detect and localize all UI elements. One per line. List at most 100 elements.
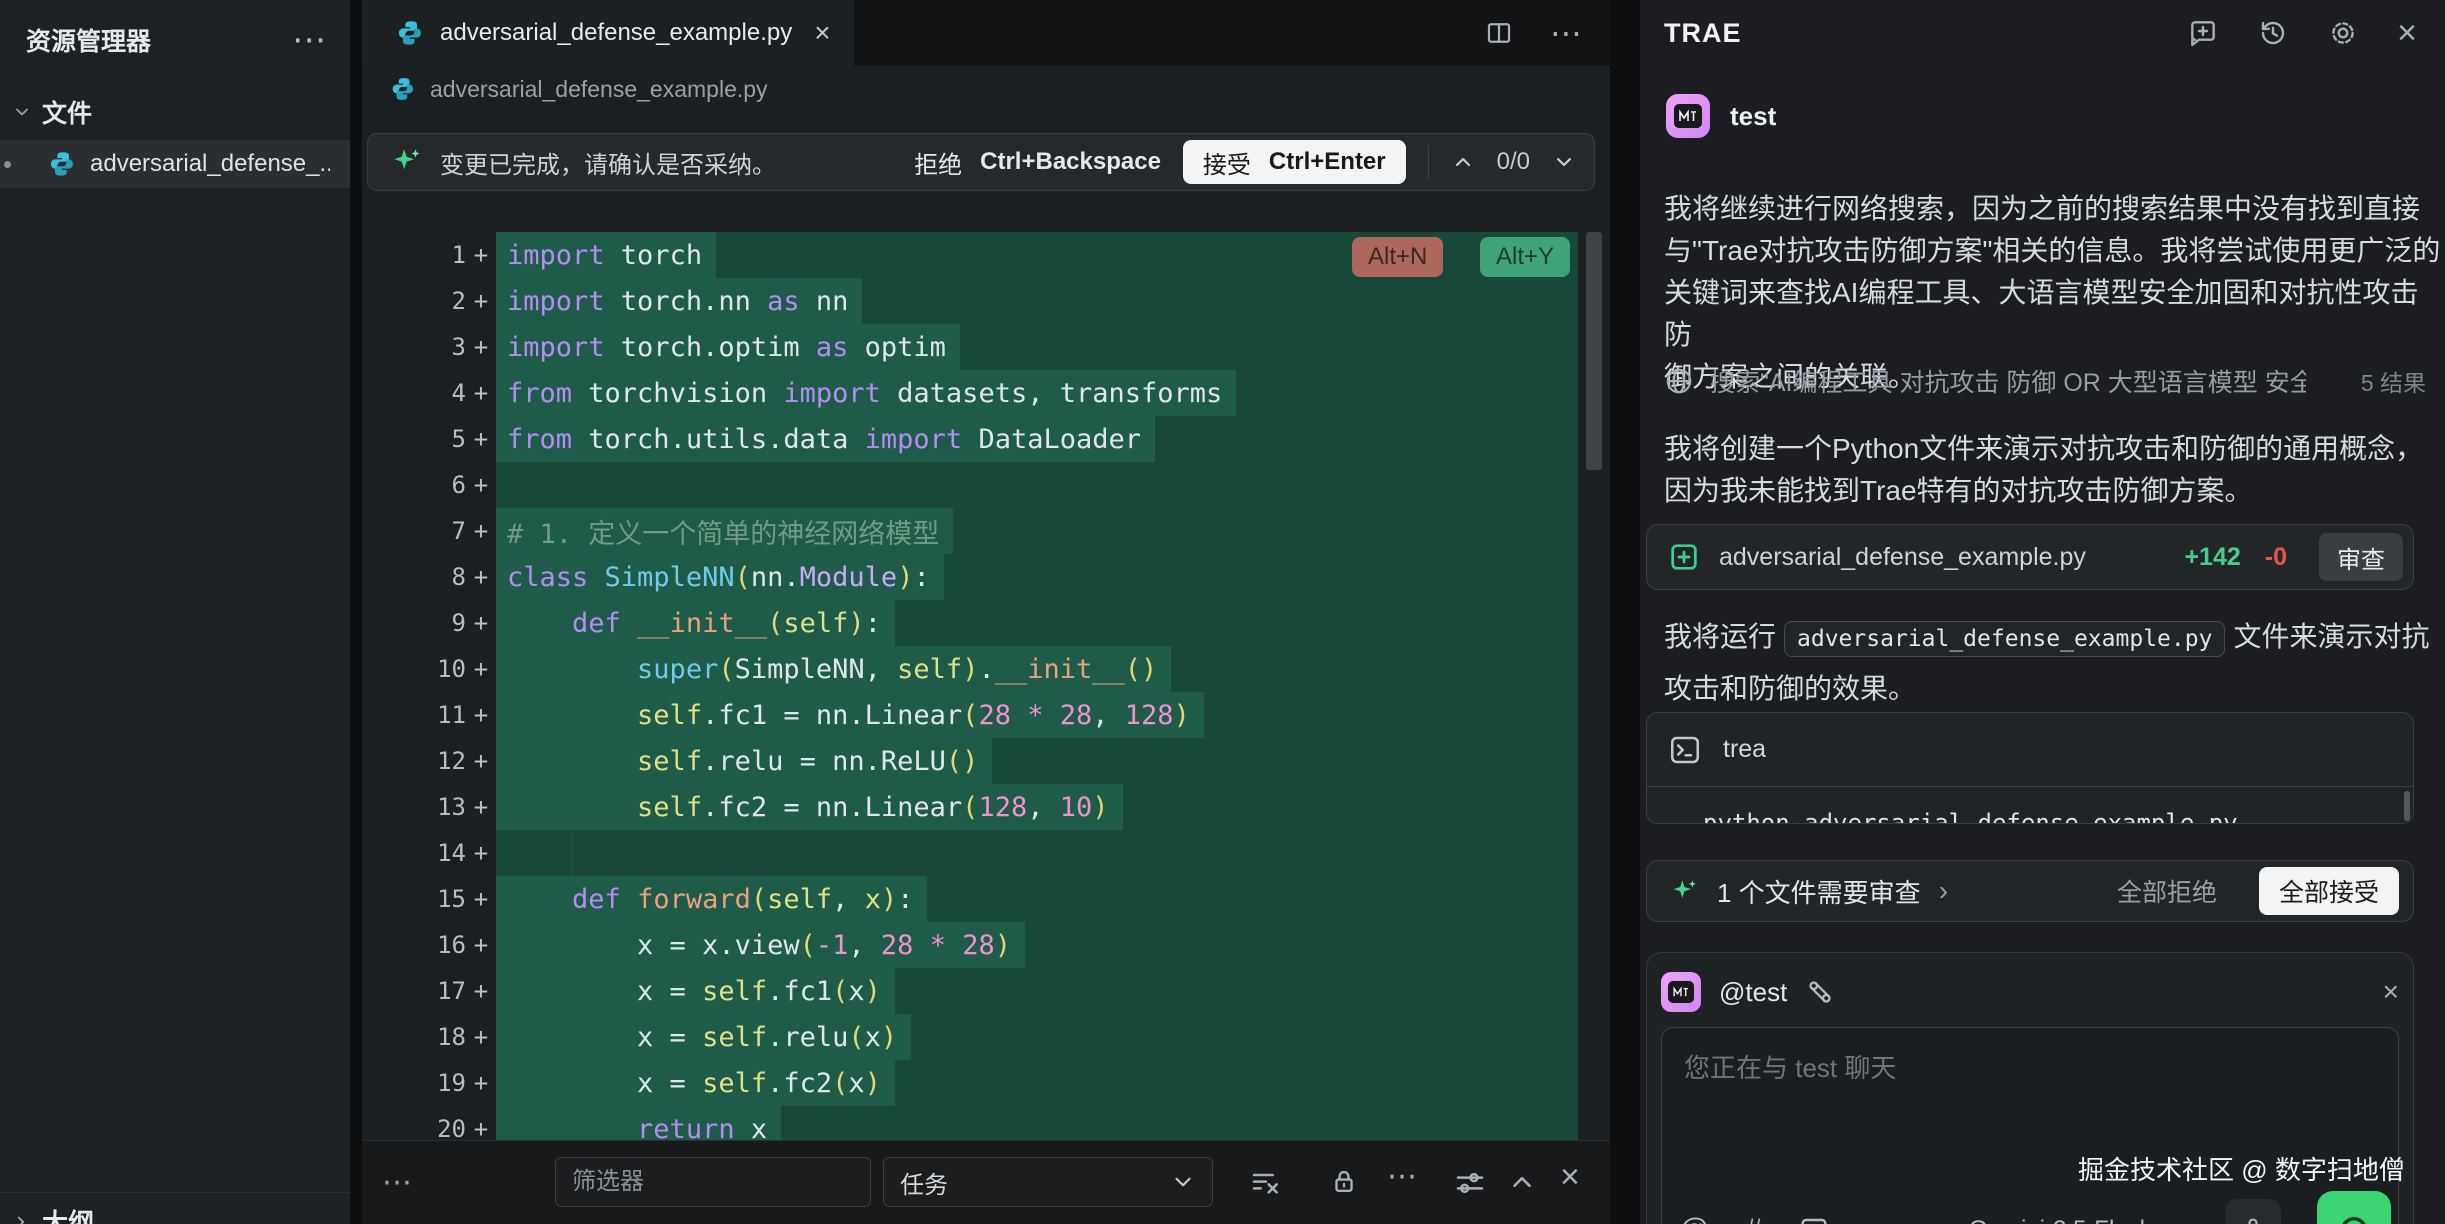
filter-input[interactable] — [555, 1157, 871, 1207]
reject-button[interactable]: 拒绝Ctrl+Backspace — [914, 145, 1161, 180]
split-editor-icon[interactable] — [1484, 18, 1514, 48]
chevron-down-icon — [1170, 1169, 1196, 1195]
lock-icon[interactable] — [1329, 1167, 1359, 1197]
chat-header: @test × — [1661, 965, 2399, 1019]
code-line[interactable]: 11+ self.fc1 = nn.Linear(28 * 28, 128) — [362, 692, 1610, 738]
code-line[interactable]: 12+ self.relu = nn.ReLU() — [362, 738, 1610, 784]
banner-message: 变更已完成，请确认是否采纳。 — [440, 145, 776, 180]
code-line[interactable]: 17+ x = self.fc1(x) — [362, 968, 1610, 1014]
agent-row: test — [1666, 94, 1776, 138]
files-to-review-label[interactable]: 1 个文件需要审查 — [1717, 873, 1921, 910]
sparkle-icon — [1669, 875, 1701, 907]
accept-all-button[interactable]: 全部接受 — [2259, 867, 2399, 915]
more-actions-icon[interactable]: ⋯ — [1550, 14, 1582, 52]
code-line[interactable]: 7+# 1. 定义一个简单的神经网络模型 — [362, 508, 1610, 554]
terminal-card[interactable]: trea python adversarial_defense_example.… — [1646, 712, 2414, 824]
reject-all-button[interactable]: 全部拒绝 — [2117, 873, 2217, 909]
reject-shortcut-badge[interactable]: Alt+N — [1352, 237, 1443, 277]
agent-avatar — [1661, 972, 1701, 1012]
code-editor[interactable]: 1+import torch2+import torch.nn as nn3+i… — [362, 232, 1610, 1140]
assistant-p3: 我将运行adversarial_defense_example.py文件来演示对… — [1664, 612, 2444, 714]
panel-header: TRAE × — [1640, 0, 2445, 66]
code-line[interactable]: 13+ self.fc2 = nn.Linear(128, 10) — [362, 784, 1610, 830]
close-chat-icon[interactable]: × — [2383, 976, 2399, 1008]
prev-change-icon[interactable] — [1451, 150, 1475, 174]
image-icon[interactable] — [1798, 1214, 1830, 1224]
clear-filter-icon[interactable] — [1250, 1167, 1282, 1199]
globe-icon — [1664, 366, 1694, 396]
tune-icon[interactable] — [1454, 1167, 1486, 1199]
explorer-more-icon[interactable]: ⋯ — [292, 30, 326, 50]
task-select[interactable]: 任务 — [883, 1157, 1213, 1207]
file-added-icon — [1667, 540, 1701, 574]
terminal-scrollbar[interactable] — [2404, 791, 2410, 821]
app-window: 资源管理器 ⋯ 文件 adversarial_defense_... 大纲 — [0, 0, 2445, 1224]
editor-scrollbar-thumb[interactable] — [1586, 232, 1602, 470]
file-change-card[interactable]: adversarial_defense_example.py +142 -0 审… — [1646, 524, 2414, 590]
files-section-header[interactable]: 文件 — [0, 68, 350, 140]
code-line[interactable]: 20+ return x — [362, 1106, 1610, 1140]
chevron-up-icon[interactable] — [1507, 1167, 1537, 1197]
ai-change-banner: 变更已完成，请确认是否采纳。 拒绝Ctrl+Backspace 接受Ctrl+E… — [367, 133, 1595, 191]
code-line[interactable]: 4+from torchvision import datasets, tran… — [362, 370, 1610, 416]
close-panel-icon[interactable]: × — [2397, 14, 2417, 53]
code-line[interactable]: 15+ def forward(self, x): — [362, 876, 1610, 922]
voice-record-button[interactable] — [2317, 1191, 2391, 1224]
history-icon[interactable] — [2257, 17, 2289, 49]
code-line[interactable]: 2+import torch.nn as nn — [362, 278, 1610, 324]
code-line[interactable]: 18+ x = self.relu(x) — [362, 1014, 1610, 1060]
explorer-header: 资源管理器 ⋯ — [0, 0, 350, 68]
inline-file-chip[interactable]: adversarial_defense_example.py — [1784, 621, 2225, 657]
toolbar-more-icon[interactable]: ⋯ — [382, 1165, 412, 1200]
lines-added: +142 — [2184, 543, 2240, 572]
code-line[interactable]: 8+class SimpleNN(nn.Module): — [362, 554, 1610, 600]
outline-section-header[interactable]: 大纲 — [0, 1192, 350, 1224]
tab-close-icon[interactable]: × — [814, 17, 830, 49]
explorer-title: 资源管理器 — [26, 22, 151, 58]
sidebar-item-file[interactable]: adversarial_defense_... — [0, 140, 350, 188]
code-line[interactable]: 16+ x = x.view(-1, 28 * 28) — [362, 922, 1610, 968]
agent-name: test — [1730, 101, 1776, 132]
explorer-sidebar: 资源管理器 ⋯ 文件 adversarial_defense_... 大纲 — [0, 0, 356, 1224]
terminal-command: python adversarial_defense_example.py — [1703, 809, 2413, 824]
files-section-label: 文件 — [42, 94, 92, 130]
code-line[interactable]: 10+ super(SimpleNN, self).__init__() — [362, 646, 1610, 692]
code-line[interactable]: 9+ def __init__(self): — [362, 600, 1610, 646]
outline-label: 大纲 — [42, 1203, 94, 1224]
mention-icon[interactable]: @ — [1679, 1213, 1709, 1224]
agent-avatar-glyph — [1668, 981, 1694, 1003]
model-selector[interactable]: Gemini-2.5-Flash — [1969, 1216, 2189, 1224]
breadcrumb[interactable]: adversarial_defense_example.py — [362, 66, 1610, 112]
chat-agent-mention[interactable]: @test — [1719, 977, 1787, 1008]
code-lines[interactable]: 1+import torch2+import torch.nn as nn3+i… — [362, 232, 1610, 1140]
mic-button[interactable] — [2225, 1199, 2281, 1224]
next-change-icon[interactable] — [1552, 150, 1576, 174]
terminal-header: trea — [1647, 713, 2413, 787]
divider — [1428, 145, 1429, 179]
code-line[interactable]: 6+ — [362, 462, 1610, 508]
chat-toolbar: @ # Gemini-2.5-Flash — [1679, 1191, 2391, 1224]
terminal-icon — [1667, 732, 1703, 768]
gear-icon[interactable] — [2327, 17, 2359, 49]
review-button[interactable]: 审查 — [2319, 533, 2403, 581]
code-line[interactable]: 19+ x = self.fc2(x) — [362, 1060, 1610, 1106]
code-line[interactable]: 14+ — [362, 830, 1610, 876]
agent-avatar-glyph — [1674, 104, 1702, 128]
tools-icon[interactable] — [1805, 977, 1835, 1007]
chat-input-card: @test × @ # Gemini-2.5-Flash — [1646, 952, 2414, 1224]
new-chat-icon[interactable] — [2187, 17, 2219, 49]
active-file-dot — [4, 161, 11, 168]
hash-icon[interactable]: # — [1745, 1213, 1762, 1224]
accept-button[interactable]: 接受Ctrl+Enter — [1183, 140, 1406, 184]
close-icon[interactable]: × — [1560, 1158, 1580, 1197]
tab-adversarial-defense[interactable]: adversarial_defense_example.py × — [362, 0, 854, 66]
python-icon — [396, 19, 424, 47]
trae-assistant-panel: TRAE × test 我将继续进行网络搜 — [1640, 0, 2445, 1224]
code-line[interactable]: 3+import torch.optim as optim — [362, 324, 1610, 370]
change-counter: 0/0 — [1497, 148, 1530, 176]
chevron-right-icon[interactable]: › — [1939, 875, 1948, 907]
accept-shortcut-badge[interactable]: Alt+Y — [1480, 237, 1570, 277]
web-search-row[interactable]: 搜索"AI编程工具 对抗攻击 防御 OR 大型语言模型 安全加固 对... 5 … — [1664, 363, 2426, 399]
code-line[interactable]: 5+from torch.utils.data import DataLoade… — [362, 416, 1610, 462]
more-icon[interactable]: ⋯ — [1387, 1159, 1417, 1194]
